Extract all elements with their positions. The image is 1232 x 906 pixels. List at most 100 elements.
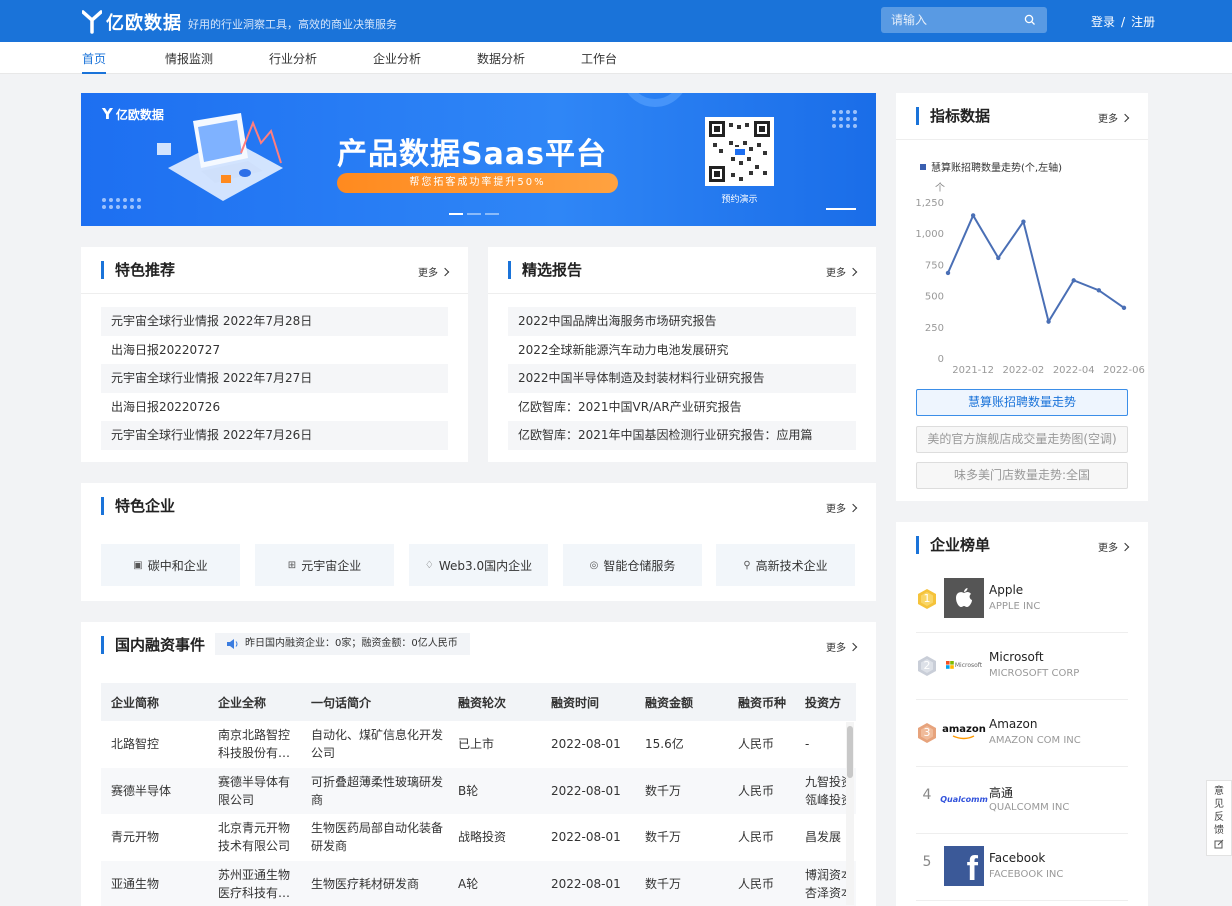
enterprise-category-button[interactable]: ◎ 智能仓储服务 — [563, 544, 702, 586]
table-cell: 北京青元开物技术有限公司 — [218, 821, 291, 854]
table-cell: 2022-08-01 — [541, 767, 635, 814]
y-tick-label: 500 — [925, 292, 944, 303]
table-cell: 人民币 — [738, 737, 775, 752]
x-tick-label: 2022-02 — [1003, 365, 1045, 376]
enterprise-category-button[interactable]: ▣ 碳中和企业 — [101, 544, 240, 586]
table-cell: 数千万 — [645, 830, 682, 845]
list-item[interactable]: 亿欧智库：2021年中国基因检测行业研究报告：应用篇 — [508, 421, 856, 450]
promo-banner[interactable]: Y 亿欧数据 产品数据Saas平台 帮您拓客成功率提升50% 预约演示 — [81, 93, 876, 226]
carousel-dot[interactable] — [467, 213, 481, 215]
data-point — [1021, 219, 1026, 224]
table-cell: 已上市 — [458, 737, 495, 752]
table-cell[interactable]: 北路智控 — [101, 721, 208, 768]
table-cell[interactable]: 赛德半导体 — [101, 767, 208, 814]
feedback-button[interactable]: 意见反馈 — [1206, 780, 1232, 856]
search-icon[interactable] — [1024, 14, 1036, 26]
register-link[interactable]: 注册 — [1131, 15, 1155, 29]
table-row[interactable]: 北路智控 南京北路智控科技股份有… 自动化、煤矿信息化开发公司 已上市 2022… — [101, 721, 856, 768]
login-link[interactable]: 登录 — [1091, 15, 1115, 29]
logo-text: 亿欧数据 — [106, 13, 182, 34]
company-legal-name: MICROSOFT CORP — [989, 668, 1080, 679]
nav-home[interactable]: 首页 — [82, 50, 107, 74]
diamond-icon: ♢ — [424, 559, 434, 571]
list-item[interactable]: 元宇宙全球行业情报 2022年7月26日 — [101, 421, 448, 450]
search-input[interactable] — [881, 7, 1011, 33]
indicator-button[interactable]: 美的官方旗舰店成交量走势图(空调) — [916, 426, 1128, 453]
x-tick-label: 2022-04 — [1053, 365, 1095, 376]
list-item[interactable]: 2022中国半导体制造及封装材料行业研究报告 — [508, 364, 856, 393]
nav-data-analysis[interactable]: 数据分析 — [477, 50, 525, 67]
ranking-item[interactable]: 3 amazon Amazon AMAZON COM INC — [916, 700, 1128, 767]
enterprise-category-label: 智能仓储服务 — [603, 558, 676, 573]
featured-card: 特色推荐 更多 元宇宙全球行业情报 2022年7月28日 出海日报2022072… — [81, 247, 468, 462]
enterprise-category-label: 元宇宙企业 — [301, 558, 362, 573]
list-item[interactable]: 出海日报20220727 — [101, 336, 448, 365]
y-axis-unit: 个 — [935, 182, 945, 194]
ranking-item[interactable]: 5 f Facebook FACEBOOK INC — [916, 834, 1128, 901]
company-legal-name: FACEBOOK INC — [989, 869, 1064, 880]
carousel-dot[interactable] — [449, 213, 463, 215]
qr-code-icon — [709, 121, 770, 182]
enterprise-category-button[interactable]: ⊞ 元宇宙企业 — [255, 544, 394, 586]
rankings-more-link[interactable]: 更多 — [1098, 539, 1130, 554]
ranking-item[interactable]: 2 Microsoft Microsoft MICROSOFT CORP — [916, 633, 1128, 700]
enterprises-more-link[interactable]: 更多 — [826, 500, 858, 515]
financing-more-link[interactable]: 更多 — [826, 639, 858, 654]
list-item[interactable]: 2022全球新能源汽车动力电池发展研究 — [508, 336, 856, 365]
table-row[interactable]: 青元开物 北京青元开物技术有限公司 生物医药局部自动化装备研发商 战略投资 20… — [101, 814, 856, 861]
enterprise-category-button[interactable]: ♢ Web3.0国内企业 — [409, 544, 548, 586]
banner-dots-decoration-right — [832, 110, 857, 128]
indicators-more-link[interactable]: 更多 — [1098, 110, 1130, 125]
table-cell: 自动化、煤矿信息化开发公司 — [311, 728, 444, 761]
nav-workbench[interactable]: 工作台 — [581, 50, 617, 67]
table-row[interactable]: 赛德半导体 赛德半导体有限公司 可折叠超薄柔性玻璃研发商 B轮 2022-08-… — [101, 767, 856, 814]
featured-more-link[interactable]: 更多 — [418, 264, 450, 279]
enterprise-category-label: 高新技术企业 — [755, 558, 828, 573]
nav-company-analysis[interactable]: 企业分析 — [373, 50, 421, 67]
company-name: Apple — [989, 583, 1024, 597]
enterprise-category-button[interactable]: ⚲ 高新技术企业 — [716, 544, 855, 586]
rank-number: 3 — [923, 726, 931, 739]
table-cell: 15.6亿 — [645, 737, 684, 752]
nav-industry-analysis[interactable]: 行业分析 — [269, 50, 317, 67]
main-nav: 首页 情报监测 行业分析 企业分析 数据分析 工作台 — [0, 42, 1232, 74]
table-cell[interactable]: 青元开物 — [101, 814, 208, 861]
chevron-right-icon — [440, 267, 450, 276]
ranking-item[interactable]: 4 Qualcomm 高通 QUALCOMM INC — [916, 767, 1128, 834]
banner-ring — [627, 93, 683, 107]
list-item[interactable]: 元宇宙全球行业情报 2022年7月27日 — [101, 364, 448, 393]
list-item[interactable]: 亿欧智库：2021中国VR/AR产业研究报告 — [508, 393, 856, 422]
carousel-dot[interactable] — [485, 213, 499, 215]
logo[interactable]: 亿欧数据 — [82, 9, 182, 35]
search-box — [881, 7, 1047, 33]
scrollbar-thumb[interactable] — [847, 726, 853, 778]
company-name: Microsoft — [989, 650, 1044, 664]
rank-number: 2 — [923, 659, 931, 672]
list-item[interactable]: 2022中国品牌出海服务市场研究报告 — [508, 307, 856, 336]
list-item[interactable]: 元宇宙全球行业情报 2022年7月28日 — [101, 307, 448, 336]
speaker-icon — [227, 639, 238, 649]
indicator-button[interactable]: 味多美门店数量走势:全国 — [916, 462, 1128, 489]
table-cell: 数千万 — [635, 767, 728, 814]
list-item[interactable]: 出海日报20220726 — [101, 393, 448, 422]
banner-pill: 帮您拓客成功率提升50% — [337, 173, 618, 193]
featured-list: 元宇宙全球行业情报 2022年7月28日 出海日报20220727 元宇宙全球行… — [101, 307, 448, 450]
table-cell[interactable]: 亚通生物 — [101, 860, 208, 906]
table-cell: 南京北路智控科技股份有… — [218, 728, 291, 761]
table-row[interactable]: 亚通生物 苏州亚通生物医疗科技有… 生物医疗耗材研发商 A轮 2022-08-0… — [101, 860, 856, 906]
nav-intel-monitor[interactable]: 情报监测 — [165, 50, 213, 67]
logo-text: Microsoft — [954, 661, 983, 669]
column-header: 融资币种 — [728, 683, 795, 721]
enterprise-category-label: 碳中和企业 — [147, 558, 208, 573]
laptop-illustration — [157, 113, 283, 201]
featured-title: 特色推荐 — [101, 261, 175, 279]
indicators-card: 指标数据 更多 慧算账招聘数量走势(个,左轴) 个 0 250 500 750 1,000… — [896, 93, 1148, 501]
y-tick-label: 0 — [938, 354, 944, 365]
indicator-button[interactable]: 慧算账招聘数量走势 — [916, 389, 1128, 416]
table-scrollbar[interactable] — [846, 722, 854, 905]
reports-more-link[interactable]: 更多 — [826, 264, 858, 279]
column-header: 一句话简介 — [301, 683, 448, 721]
amazon-logo: amazon — [942, 712, 986, 752]
chart-legend: 慧算账招聘数量走势(个,左轴) — [920, 159, 1062, 174]
ranking-item[interactable]: 1 Apple APPLE INC — [916, 566, 1128, 633]
